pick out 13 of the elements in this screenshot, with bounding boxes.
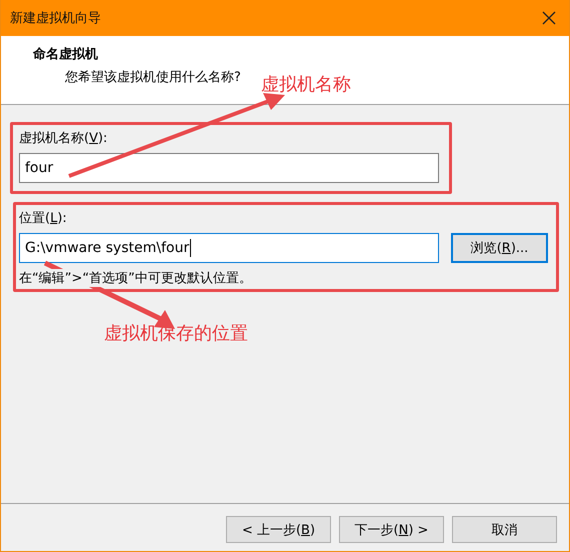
page-heading: 命名虚拟机 [33,46,99,63]
input-field[interactable]: four [19,153,439,183]
close-button[interactable] [541,10,557,26]
browse-button[interactable]: 浏览(R)... [451,233,548,263]
cancel-button[interactable]: 取消 [452,516,557,543]
field-label: 虚拟机名称(V): [19,130,108,147]
annotation-label: 虚拟机名称 [260,73,351,96]
next-button[interactable]: 下一步(N) > [339,516,444,543]
window-title: 新建虚拟机向导 [10,10,101,27]
input-field[interactable]: G:\vmware system\four [19,233,439,263]
field-label: 位置(L): [19,210,68,227]
page-subtitle: 您希望该虚拟机使用什么名称? [65,69,241,86]
back-button[interactable]: < 上一步(B) [226,516,331,543]
